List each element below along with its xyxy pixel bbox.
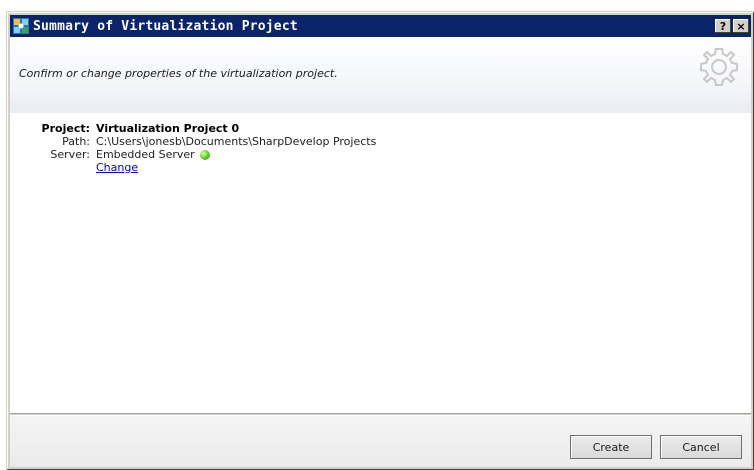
window-title: Summary of Virtualization Project bbox=[33, 18, 298, 34]
server-value: Embedded Server bbox=[96, 148, 195, 161]
path-row: Path: C:\Users\jonesb\Documents\SharpDev… bbox=[18, 135, 376, 148]
server-status-icon bbox=[199, 149, 210, 160]
content-area: Project: Virtualization Project 0 Path: … bbox=[10, 113, 751, 414]
server-label: Server: bbox=[50, 148, 90, 161]
project-label: Project: bbox=[41, 122, 90, 135]
change-row: Change bbox=[18, 161, 376, 174]
dialog-window: Summary of Virtualization Project ? × Co… bbox=[6, 11, 754, 470]
path-value: C:\Users\jonesb\Documents\SharpDevelop P… bbox=[96, 135, 377, 148]
change-link[interactable]: Change bbox=[96, 161, 138, 174]
server-row: Server: Embedded Server bbox=[18, 148, 376, 161]
dialog-header: Confirm or change properties of the virt… bbox=[10, 37, 751, 113]
server-value-wrap: Embedded Server bbox=[96, 148, 210, 161]
close-button[interactable]: × bbox=[733, 19, 749, 33]
dialog-subtitle: Confirm or change properties of the virt… bbox=[19, 67, 338, 80]
project-row: Project: Virtualization Project 0 bbox=[18, 122, 376, 135]
create-button[interactable]: Create bbox=[570, 435, 652, 459]
app-icon bbox=[12, 17, 30, 35]
gear-icon bbox=[700, 48, 738, 86]
cancel-button[interactable]: Cancel bbox=[660, 435, 742, 459]
title-bar[interactable]: Summary of Virtualization Project ? × bbox=[10, 15, 751, 37]
dialog-footer: Create Cancel bbox=[10, 415, 751, 467]
project-properties: Project: Virtualization Project 0 Path: … bbox=[18, 122, 377, 174]
help-button[interactable]: ? bbox=[715, 19, 731, 33]
change-spacer bbox=[18, 161, 96, 174]
project-value: Virtualization Project 0 bbox=[96, 122, 240, 135]
path-label: Path: bbox=[62, 135, 90, 148]
